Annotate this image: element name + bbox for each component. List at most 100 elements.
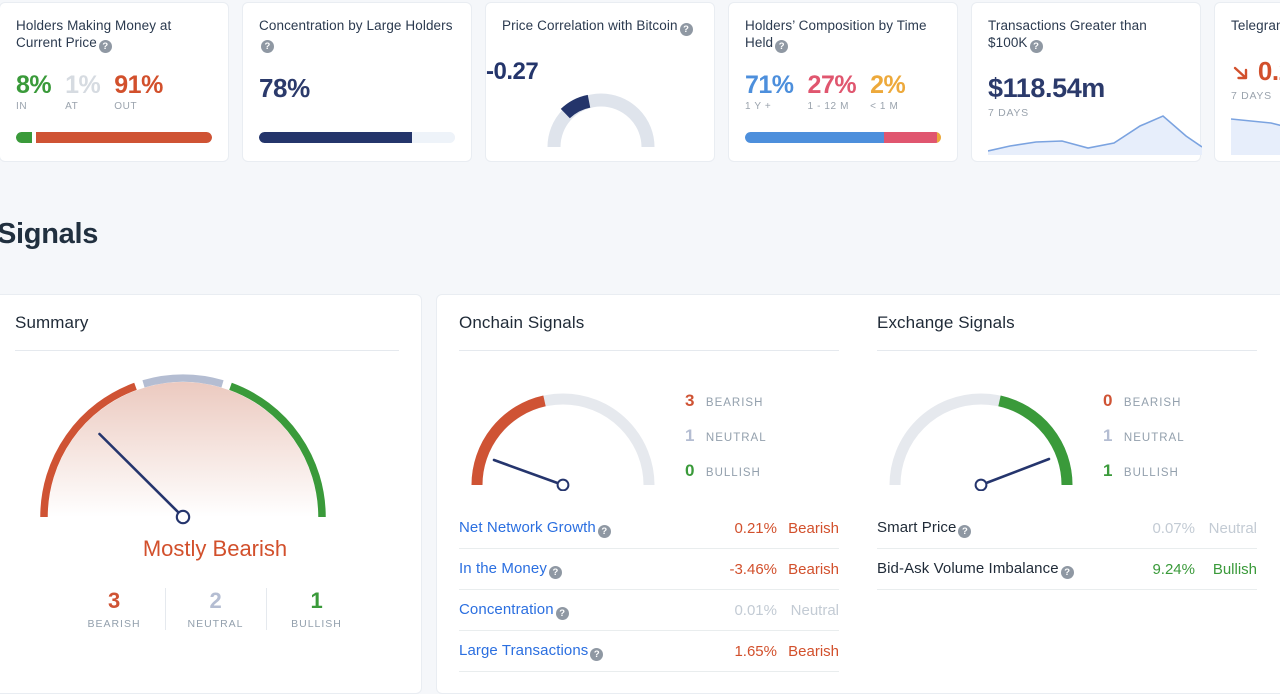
legend-count: 1	[685, 426, 695, 445]
distribution-bar	[259, 132, 455, 143]
onchain-title: Onchain Signals	[459, 313, 585, 332]
percent-item-lt1m: 2% < 1 M	[870, 71, 906, 112]
exchange-legend: 0 BEARISH 1 NEUTRAL 1 BULLISH	[1103, 373, 1185, 496]
legend-label: BEARISH	[1123, 397, 1182, 409]
legend-row-neutral: 1 NEUTRAL	[1103, 426, 1185, 446]
arrow-down-right-icon	[1233, 66, 1248, 80]
table-row[interactable]: Large Transactions? 1.65% Bearish	[459, 631, 839, 672]
signal-percent: 0.21%	[734, 519, 777, 537]
question-mark-icon[interactable]: ?	[1060, 565, 1074, 579]
signal-state: Bearish	[788, 519, 839, 537]
distribution-bar	[16, 132, 212, 143]
percent-label: IN	[16, 101, 28, 112]
question-mark-icon[interactable]: ?	[958, 524, 972, 538]
metric-card-price-correlation-bitcoin[interactable]: Price Correlation with Bitcoin? -0.27	[485, 2, 715, 162]
sparkline-chart	[988, 107, 1202, 155]
exchange-signals-column: Exchange Signals 0 BEARISH 1 NEUTRAL 1 B…	[877, 313, 1257, 672]
metric-value-row: 0.2	[1231, 56, 1280, 87]
signal-name-link[interactable]: Net Network Growth?	[459, 519, 705, 538]
signal-percent: 0.07%	[1152, 519, 1195, 537]
divider	[877, 350, 1257, 351]
exchange-gauge	[877, 373, 1085, 491]
count-label: BULLISH	[291, 618, 342, 630]
metric-cards-row: Holders Making Money at Current Price? 8…	[0, 2, 1280, 162]
metric-card-concentration-large-holders[interactable]: Concentration by Large Holders? 78%	[242, 2, 472, 162]
percent-label: 1 Y +	[745, 101, 772, 112]
metric-card-holders-making-money[interactable]: Holders Making Money at Current Price? 8…	[0, 2, 229, 162]
legend-label: BULLISH	[705, 467, 761, 479]
summary-counts: 3 BEARISH 2 NEUTRAL 1 BULLISH	[23, 588, 407, 630]
summary-verdict: Mostly Bearish	[142, 536, 288, 561]
table-row[interactable]: Net Network Growth? 0.21% Bearish	[459, 508, 839, 549]
card-title: Holders’ Composition by Time Held?	[745, 18, 927, 53]
table-row[interactable]: Bid-Ask Volume Imbalance? 9.24% Bullish	[877, 549, 1257, 590]
question-mark-icon[interactable]: ?	[597, 524, 611, 538]
question-mark-icon[interactable]: ?	[679, 23, 693, 36]
percent-value: 91%	[114, 71, 163, 99]
signal-name-link[interactable]: Large Transactions?	[459, 642, 705, 661]
signals-detail-panel: Onchain Signals 3 BEARISH 1 NEUTRAL 0 BU…	[436, 294, 1280, 694]
metric-card-holders-composition-time-held[interactable]: Holders’ Composition by Time Held? 71% 1…	[728, 2, 958, 162]
card-title: Holders Making Money at Current Price?	[16, 18, 172, 53]
question-mark-icon[interactable]: ?	[590, 647, 604, 661]
question-mark-icon[interactable]: ?	[1029, 40, 1043, 53]
correlation-value: -0.27	[486, 58, 539, 85]
summary-count-bullish: 1 BULLISH	[265, 588, 367, 630]
legend-label: NEUTRAL	[1123, 432, 1185, 444]
metric-period: 7 DAYS	[1231, 90, 1272, 102]
percent-value: 1%	[65, 71, 101, 99]
summary-count-bearish: 3 BEARISH	[64, 588, 165, 630]
question-mark-icon[interactable]: ?	[555, 606, 569, 620]
signal-name-link[interactable]: Concentration?	[459, 601, 705, 620]
percent-label: OUT	[114, 101, 138, 112]
legend-label: NEUTRAL	[705, 432, 767, 444]
exchange-title: Exchange Signals	[877, 313, 1015, 332]
legend-label: BULLISH	[1123, 467, 1179, 479]
percent-item-out: 91% OUT	[114, 71, 163, 112]
count-value: 1	[310, 588, 323, 613]
metric-card-telegram[interactable]: Telegram? 0.2 7 DAYS	[1214, 2, 1280, 162]
summary-title: Summary	[15, 313, 89, 332]
signal-percent: -3.46%	[729, 560, 777, 578]
onchain-signals-column: Onchain Signals 3 BEARISH 1 NEUTRAL 0 BU…	[459, 313, 839, 672]
card-title: Concentration by Large Holders?	[259, 18, 453, 53]
percent-label: < 1 M	[870, 101, 899, 112]
question-mark-icon[interactable]: ?	[775, 40, 789, 53]
distribution-bar	[745, 132, 941, 143]
percent-group: 8% IN 1% AT 91% OUT	[16, 71, 212, 112]
signal-state: Bearish	[788, 560, 839, 578]
table-row[interactable]: In the Money? -3.46% Bearish	[459, 549, 839, 590]
count-value: 3	[107, 588, 121, 613]
card-title: Transactions Greater than $100K?	[988, 18, 1147, 53]
divider	[15, 350, 399, 351]
signal-name-link[interactable]: In the Money?	[459, 560, 705, 579]
question-mark-icon[interactable]: ?	[261, 40, 274, 53]
card-title: Price Correlation with Bitcoin?	[502, 17, 697, 36]
legend-label: BEARISH	[705, 397, 764, 409]
percent-value: 71%	[745, 71, 794, 99]
signal-name: Smart Price?	[877, 519, 1123, 538]
question-mark-icon[interactable]: ?	[98, 40, 112, 53]
percent-item-1y: 71% 1 Y +	[745, 71, 794, 112]
question-mark-icon[interactable]: ?	[548, 565, 562, 579]
table-row[interactable]: Smart Price? 0.07% Neutral	[877, 508, 1257, 549]
signal-percent: 0.01%	[734, 601, 777, 619]
signal-state: Neutral	[1208, 519, 1257, 537]
divider	[459, 350, 839, 351]
legend-count: 1	[1103, 426, 1113, 445]
legend-row-bullish: 0 BULLISH	[685, 461, 767, 481]
percent-item-at: 1% AT	[65, 71, 101, 112]
onchain-gauge	[459, 373, 667, 491]
metric-card-transactions-over-100k[interactable]: Transactions Greater than $100K? $118.54…	[971, 2, 1202, 162]
legend-count: 1	[1103, 461, 1113, 480]
sparkline-chart	[1231, 107, 1280, 155]
table-row[interactable]: Concentration? 0.01% Neutral	[459, 590, 839, 631]
percent-value: 2%	[870, 71, 906, 99]
legend-count: 0	[1103, 391, 1113, 410]
count-label: NEUTRAL	[187, 618, 244, 630]
metric-value: $118.54m	[988, 73, 1105, 103]
legend-row-bearish: 0 BEARISH	[1103, 391, 1185, 411]
summary-panel: Summary Mostly Bearish 3 BEARISH 2 NEUTR…	[0, 294, 422, 694]
metric-value: 78%	[259, 73, 310, 103]
count-label: BEARISH	[87, 618, 141, 630]
